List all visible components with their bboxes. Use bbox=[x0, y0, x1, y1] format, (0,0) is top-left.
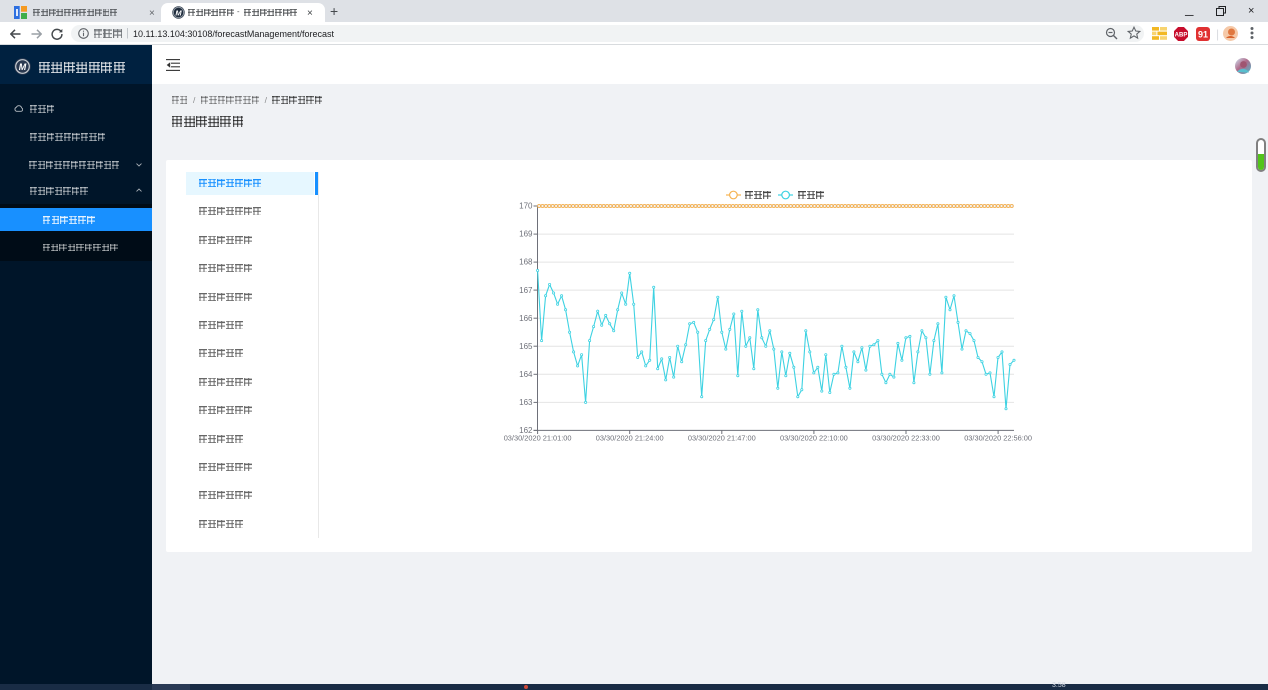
svg-text:168: 168 bbox=[519, 258, 533, 267]
svg-text:03/30/2020 22:10:00: 03/30/2020 22:10:00 bbox=[780, 434, 848, 443]
svg-text:170: 170 bbox=[519, 202, 533, 211]
svg-text:169: 169 bbox=[519, 230, 533, 239]
svg-text:03/30/2020 21:24:00: 03/30/2020 21:24:00 bbox=[596, 434, 664, 443]
svg-text:163: 163 bbox=[519, 398, 533, 407]
svg-text:03/30/2020 21:47:00: 03/30/2020 21:47:00 bbox=[688, 434, 756, 443]
svg-text:167: 167 bbox=[519, 286, 533, 295]
svg-text:03/30/2020 22:56:00: 03/30/2020 22:56:00 bbox=[964, 434, 1032, 443]
svg-text:165: 165 bbox=[519, 342, 533, 351]
svg-text:166: 166 bbox=[519, 314, 533, 323]
svg-text:03/30/2020 21:01:00: 03/30/2020 21:01:00 bbox=[504, 434, 572, 443]
svg-text:03/30/2020 22:33:00: 03/30/2020 22:33:00 bbox=[872, 434, 940, 443]
svg-text:164: 164 bbox=[519, 370, 533, 379]
